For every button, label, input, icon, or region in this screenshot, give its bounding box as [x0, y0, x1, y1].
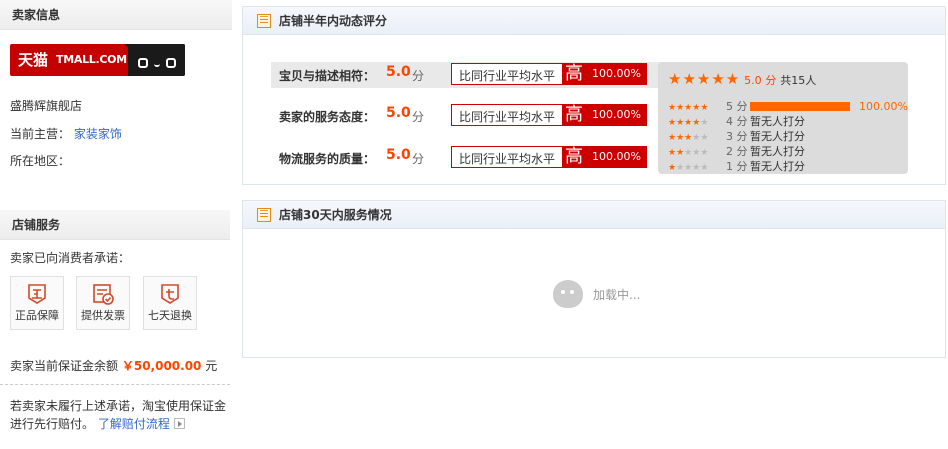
cat-mouth: [154, 64, 160, 67]
service-seven-day-return[interactable]: 七天退换: [143, 276, 197, 330]
rating-label: 宝贝与描述相符：: [279, 69, 376, 83]
cat-eye-left: [138, 58, 148, 68]
cat-ear-left: [123, 44, 143, 54]
main-business-label: 当前主营：: [10, 127, 71, 141]
compare-text: 比同行业平均水平: [459, 110, 556, 124]
cat-eye-right: [166, 58, 176, 68]
compare-badge: 比同行业平均水平 高 100.00%: [451, 146, 647, 168]
arrow-right-icon[interactable]: [173, 418, 185, 429]
seven-day-return-icon: [161, 284, 179, 304]
row-score-label: 1 分: [726, 160, 748, 173]
compare-badge: 比同行业平均水平 高 100.00%: [451, 104, 647, 126]
compare-percent: 100.00%: [586, 104, 647, 126]
compare-percent: 100.00%: [586, 146, 647, 168]
loading-mascot-icon: [553, 280, 583, 308]
rating-unit: 分: [412, 110, 425, 124]
compare-level: 高: [562, 63, 586, 85]
rating-title: 店铺半年内动态评分: [279, 14, 388, 28]
row-score-label: 3 分: [726, 130, 748, 143]
row-value: 暂无人打分: [750, 115, 805, 128]
deposit-label: 卖家当前保证金余额: [10, 359, 119, 373]
compare-level: 高: [562, 146, 586, 168]
rating-icon: [257, 14, 271, 28]
notice-line1: 若卖家未履行上述承诺，淘宝使用保证金: [10, 399, 227, 413]
promise-text: 卖家已向消费者承诺：: [10, 251, 131, 265]
row-percent: 100.00%: [859, 100, 908, 113]
invoice-icon: [93, 284, 114, 305]
rating-unit: 分: [412, 69, 425, 83]
summary-total: 共15人: [780, 74, 817, 87]
seller-info-header: 卖家信息: [0, 0, 232, 30]
tmall-cat-icon: [123, 44, 185, 76]
summary-unit: 分: [765, 74, 777, 87]
service-invoice[interactable]: 提供发票: [76, 276, 130, 330]
rating-label: 物流服务的质量：: [279, 152, 376, 166]
shop-service-header: 店铺服务: [0, 210, 230, 240]
summary-line: ★★★★★ 5.0 分 共15人: [668, 69, 816, 89]
deposit-unit: 元: [205, 359, 218, 373]
cat-ear-right: [170, 44, 185, 54]
compare-text: 比同行业平均水平: [459, 152, 556, 166]
tmall-logo[interactable]: 天猫 TMALL.COM: [10, 44, 185, 76]
service30-title: 店铺30天内服务情况: [279, 208, 392, 222]
divider: [0, 384, 230, 385]
rating-distribution: ★★★★★ 5.0 分 共15人 ★★★★★ 5 分 100.00% ★★★★★ 4 分…: [658, 62, 908, 174]
compare-badge: 比同行业平均水平 高 100.00%: [451, 63, 647, 85]
compare-text: 比同行业平均水平: [459, 69, 556, 83]
shop-name[interactable]: 盛腾辉旗舰店: [10, 98, 82, 114]
left-sidebar: 卖家信息 天猫 TMALL.COM 盛腾辉旗舰店 当前主营： 家装家饰 所在地区…: [0, 0, 232, 449]
rating-score: 5.0: [386, 64, 411, 80]
notice-line2: 进行先行赔付。 了解赔付流程: [10, 416, 185, 432]
row-value: 暂无人打分: [750, 130, 805, 143]
service30-panel-header: 店铺30天内服务情况: [243, 201, 945, 229]
deposit-amount: ￥50,000.00: [121, 359, 202, 373]
compensation-process-link[interactable]: 了解赔付流程: [98, 417, 170, 431]
rating-label: 卖家的服务态度：: [279, 110, 376, 124]
service-return-label: 七天退换: [148, 309, 192, 322]
distribution-row: ★★★★★ 3 分暂无人打分: [668, 129, 903, 144]
tmall-logo-cn: 天猫: [18, 51, 49, 69]
distribution-row: ★★★★★ 4 分暂无人打分: [668, 114, 903, 129]
rating-score: 5.0: [386, 147, 411, 163]
loading-text: 加载中...: [593, 288, 641, 302]
rating-panel: 店铺半年内动态评分 宝贝与描述相符： 5.0 分 比同行业平均水平 高 100.…: [242, 6, 946, 185]
tmall-logo-en: TMALL.COM: [56, 53, 127, 66]
distribution-row: ★★★★★ 5 分 100.00%: [668, 99, 908, 114]
main-business-link[interactable]: 家装家饰: [74, 127, 122, 141]
main-business: 当前主营： 家装家饰: [10, 126, 122, 142]
loading-indicator: 加载中...: [553, 276, 673, 312]
row-score-label: 2 分: [726, 145, 748, 158]
distribution-row: ★★★★★ 2 分暂无人打分: [668, 144, 903, 159]
row-value: 暂无人打分: [750, 160, 805, 173]
row-score-label: 5 分: [726, 100, 748, 113]
service-invoice-label: 提供发票: [81, 309, 125, 322]
rating-score: 5.0: [386, 105, 411, 121]
shop-rating-page: 卖家信息 天猫 TMALL.COM 盛腾辉旗舰店 当前主营： 家装家饰 所在地区…: [0, 0, 948, 449]
notice-text: 进行先行赔付。: [10, 417, 95, 431]
rating-panel-header: 店铺半年内动态评分: [243, 7, 945, 35]
deposit-line: 卖家当前保证金余额 ￥50,000.00 元: [10, 358, 217, 374]
genuine-icon: [28, 284, 46, 304]
distribution-row: ★★★★★ 1 分暂无人打分: [668, 159, 903, 174]
row-score-label: 4 分: [726, 115, 748, 128]
summary-stars-icon: ★★★★★: [668, 70, 741, 88]
service-genuine[interactable]: 正品保障: [10, 276, 64, 330]
summary-score: 5.0: [744, 74, 762, 87]
compare-percent: 100.00%: [586, 63, 647, 85]
service30-icon: [257, 208, 271, 222]
row-bar: [750, 102, 850, 111]
region-label: 所在地区：: [10, 154, 71, 168]
rating-unit: 分: [412, 152, 425, 166]
service30-panel: 店铺30天内服务情况 加载中...: [242, 200, 946, 358]
compare-level: 高: [562, 104, 586, 126]
row-value: 暂无人打分: [750, 145, 805, 158]
row-stars-icon: ★★★★★: [668, 163, 709, 173]
service-genuine-label: 正品保障: [15, 309, 59, 322]
